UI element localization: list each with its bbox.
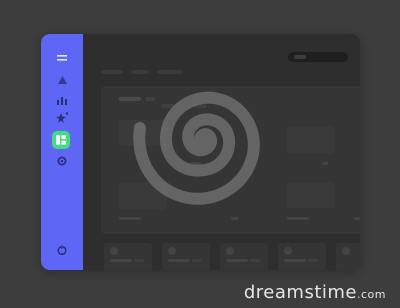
search-placeholder-bar [294, 55, 306, 59]
dashboard-icon[interactable] [52, 131, 70, 149]
sidebar [41, 34, 83, 270]
summary-card[interactable] [162, 243, 210, 270]
watermark-logo [133, 91, 260, 205]
sparkle-icon[interactable] [56, 112, 68, 124]
bar-chart-icon[interactable] [56, 94, 68, 106]
summary-card[interactable] [336, 243, 360, 270]
card-caption [322, 162, 328, 165]
summary-card[interactable] [278, 243, 326, 270]
avatar [342, 247, 350, 255]
watermark-text: dreamstime.com [244, 282, 386, 303]
card-line [110, 259, 132, 262]
triangle-icon[interactable] [56, 74, 68, 86]
card-line [134, 259, 144, 262]
avatar [226, 247, 234, 255]
card-caption [287, 217, 309, 220]
card-line [284, 259, 306, 262]
chart-card[interactable] [287, 126, 335, 154]
card-line [250, 259, 260, 262]
menu-icon[interactable] [56, 52, 68, 64]
card-line [192, 259, 202, 262]
avatar [168, 247, 176, 255]
card-line [168, 259, 190, 262]
watermark-brand: dreamstime [243, 282, 357, 303]
card-line [226, 259, 248, 262]
search-input[interactable] [288, 52, 348, 62]
logout-icon[interactable] [56, 244, 68, 256]
avatar [284, 247, 292, 255]
chart-card[interactable] [287, 182, 335, 208]
summary-card[interactable] [220, 243, 268, 270]
card-line [308, 259, 318, 262]
watermark-suffix: .com [357, 288, 386, 301]
avatar [110, 247, 118, 255]
summary-card[interactable] [104, 243, 152, 270]
settings-icon[interactable] [56, 155, 68, 167]
card-caption [354, 217, 360, 220]
